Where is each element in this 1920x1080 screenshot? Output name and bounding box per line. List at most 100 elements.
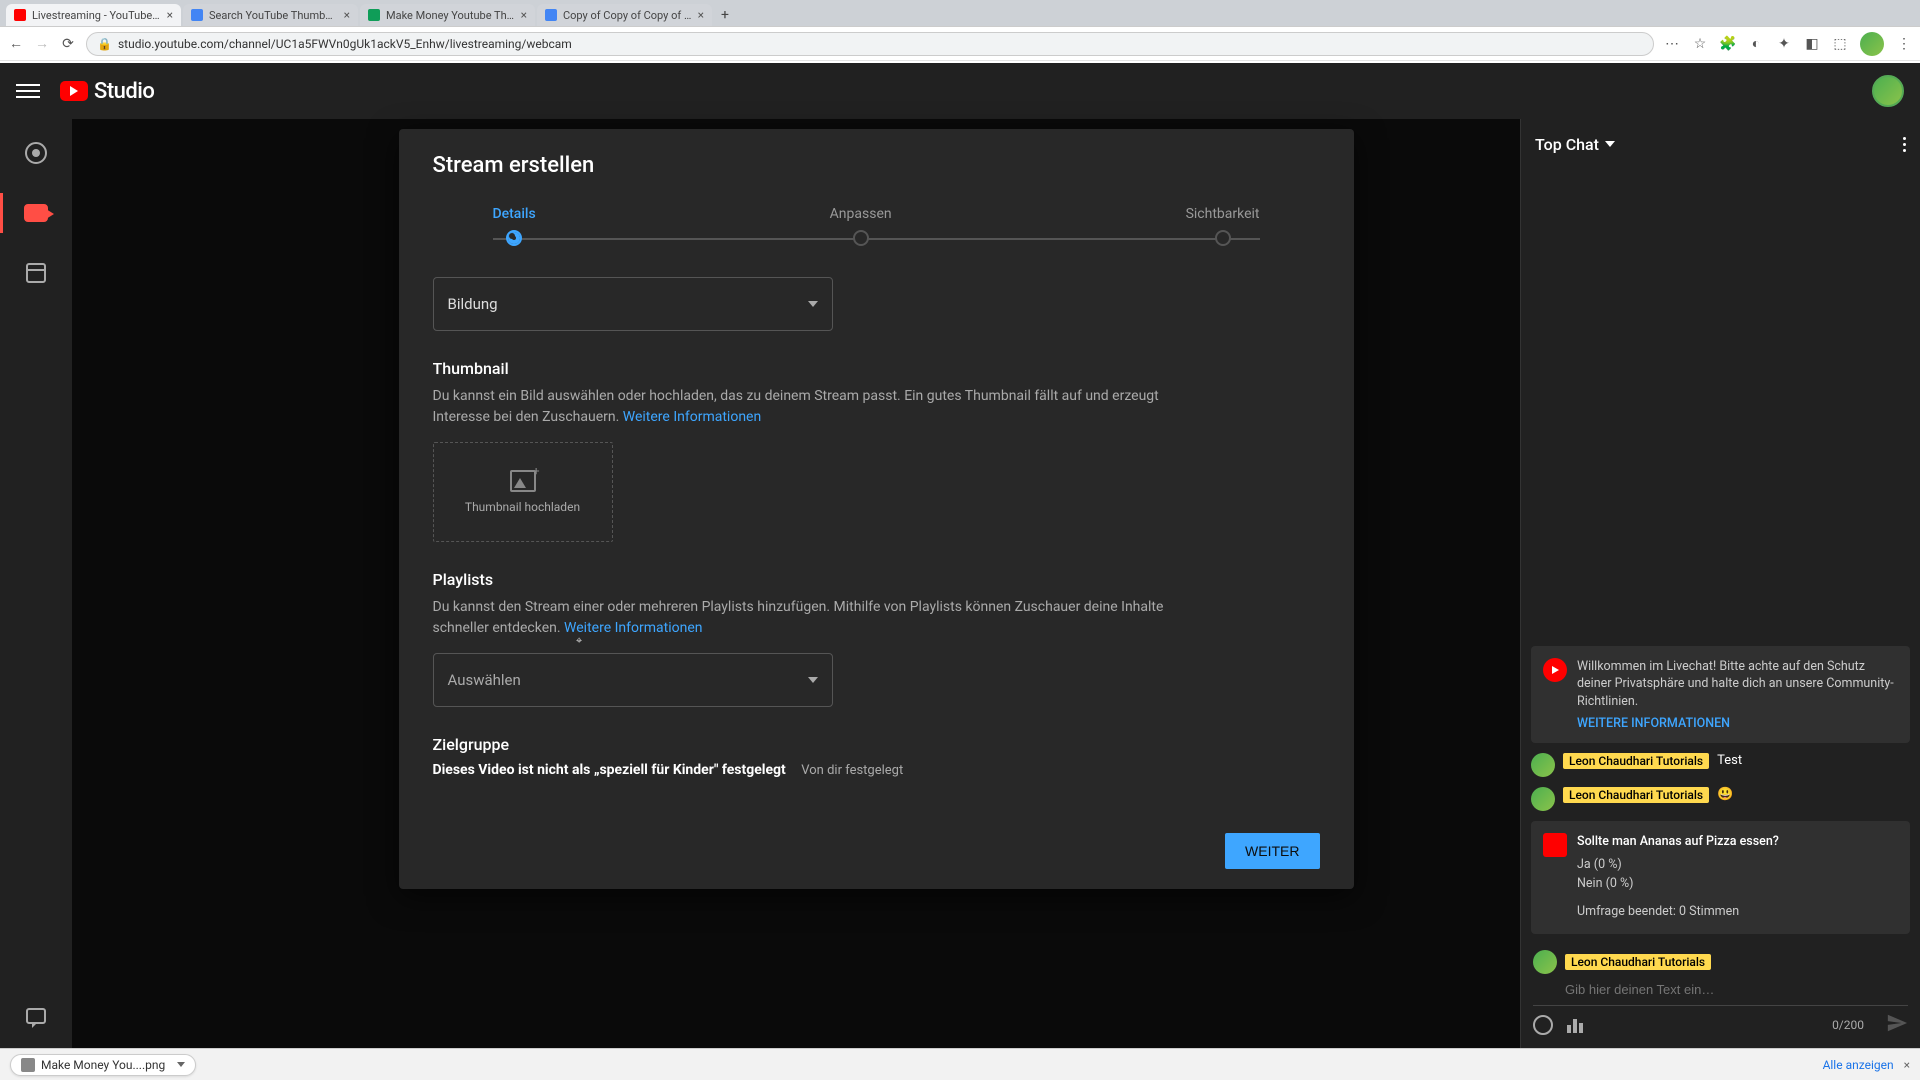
app-header: Studio <box>0 63 1920 119</box>
tab-1[interactable]: Search YouTube Thumbnail - × <box>183 4 358 26</box>
forward-icon[interactable]: → <box>34 36 50 52</box>
download-chip[interactable]: Make Money You....png <box>10 1054 196 1076</box>
sidebar-item-manage[interactable] <box>16 253 56 293</box>
main-area: Stream erstellen Details Anpassen Sichtb… <box>72 119 1520 1048</box>
thumbnail-desc: Du kannst ein Bild auswählen oder hochla… <box>433 386 1213 428</box>
welcome-link[interactable]: WEITERE INFORMATIONEN <box>1577 716 1898 731</box>
author-badge: Leon Chaudhari Tutorials <box>1563 753 1709 769</box>
poll-icon <box>1543 833 1567 857</box>
ext-icon[interactable]: ⋯ <box>1664 36 1680 52</box>
user-avatar[interactable] <box>1872 75 1904 107</box>
author-badge: Leon Chaudhari Tutorials <box>1565 954 1711 970</box>
profile-icon[interactable] <box>1860 32 1884 56</box>
chat-message: Leon Chaudhari Tutorials Test <box>1531 753 1910 777</box>
category-value: Bildung <box>448 295 498 313</box>
reload-icon[interactable]: ⟳ <box>60 36 76 52</box>
download-filename: Make Money You....png <box>41 1058 165 1072</box>
playlist-select[interactable]: Auswählen <box>433 653 833 707</box>
author-badge: Leon Chaudhari Tutorials <box>1563 787 1709 803</box>
welcome-card: Willkommen im Livechat! Bitte achte auf … <box>1531 646 1910 744</box>
tab-2[interactable]: Make Money Youtube Thumbn × <box>360 4 535 26</box>
chat-input-area: Leon Chaudhari Tutorials 0/200 <box>1521 942 1920 1048</box>
close-icon[interactable]: × <box>167 8 173 22</box>
step-visibility[interactable]: Sichtbarkeit <box>1186 206 1260 246</box>
chat-message: Leon Chaudhari Tutorials 😃 <box>1531 787 1910 811</box>
sidebar-item-webcam[interactable] <box>16 193 56 233</box>
chevron-down-icon <box>1605 141 1615 147</box>
close-icon[interactable]: × <box>1904 1058 1910 1072</box>
ext-icon[interactable]: ◧ <box>1804 36 1820 52</box>
download-bar: Make Money You....png Alle anzeigen × <box>0 1048 1920 1080</box>
live-chat-panel: Top Chat Willkommen im Livechat! Bitte a… <box>1520 119 1920 1048</box>
url-input[interactable]: 🔒 studio.youtube.com/channel/UC1a5FWVn0g… <box>86 32 1654 56</box>
chat-icon <box>26 1008 46 1024</box>
category-select[interactable]: Bildung <box>433 277 833 331</box>
audience-heading: Zielgruppe <box>433 735 1304 754</box>
playlists-desc: Du kannst den Stream einer oder mehreren… <box>433 597 1213 639</box>
poll-option: Nein (0 %) <box>1577 875 1779 894</box>
address-bar: ← → ⟳ 🔒 studio.youtube.com/channel/UC1a5… <box>0 26 1920 60</box>
modal-footer: WEITER <box>433 817 1320 869</box>
camera-icon <box>24 204 48 222</box>
tab-title: Copy of Copy of Copy of Cop <box>563 9 692 22</box>
tab-3[interactable]: Copy of Copy of Copy of Cop × <box>537 4 712 26</box>
calendar-icon <box>26 263 46 283</box>
tab-title: Search YouTube Thumbnail - <box>209 9 338 22</box>
step-details[interactable]: Details <box>493 206 536 246</box>
new-tab-button[interactable]: + <box>714 4 736 26</box>
tab-strip: Livestreaming - YouTube S × Search YouTub… <box>0 0 1920 26</box>
create-stream-modal: Stream erstellen Details Anpassen Sichtb… <box>399 129 1354 889</box>
close-icon[interactable]: × <box>521 8 527 22</box>
sidebar <box>0 119 72 1048</box>
menu-icon[interactable] <box>16 79 40 103</box>
puzzle-icon[interactable]: 🧩 <box>1720 36 1736 52</box>
youtube-icon <box>60 81 88 101</box>
thumbnail-more-link[interactable]: Weitere Informationen <box>623 409 761 425</box>
tab-title: Make Money Youtube Thumbn <box>386 9 515 22</box>
url-text: studio.youtube.com/channel/UC1a5FWVn0gUk… <box>118 37 572 51</box>
welcome-text: Willkommen im Livechat! Bitte achte auf … <box>1577 658 1898 711</box>
thumbnail-upload-button[interactable]: Thumbnail hochladen <box>433 442 613 542</box>
avatar <box>1531 787 1555 811</box>
chat-messages[interactable]: Willkommen im Livechat! Bitte achte auf … <box>1521 169 1920 942</box>
back-icon[interactable]: ← <box>8 36 24 52</box>
avatar <box>1533 950 1557 974</box>
playlists-heading: Playlists <box>433 570 1304 589</box>
next-button[interactable]: WEITER <box>1225 833 1319 869</box>
show-all-downloads[interactable]: Alle anzeigen <box>1823 1058 1894 1072</box>
stepper: Details Anpassen Sichtbarkeit <box>493 206 1260 246</box>
image-upload-icon <box>510 470 536 492</box>
chevron-down-icon <box>808 677 818 683</box>
step-customize[interactable]: Anpassen <box>830 206 892 246</box>
sidebar-item-stream[interactable] <box>16 133 56 173</box>
menu-icon[interactable]: ⋮ <box>1896 36 1912 52</box>
sidebar-item-feedback[interactable] <box>16 996 56 1036</box>
emoji-icon[interactable] <box>1533 1015 1553 1035</box>
playlists-more-link[interactable]: Weitere Informationen <box>564 620 702 636</box>
poll-status: Umfrage beendet: 0 Stimmen <box>1577 903 1779 922</box>
logo-text: Studio <box>94 79 154 104</box>
youtube-icon <box>1543 658 1567 682</box>
avatar <box>1531 753 1555 777</box>
modal-scroll[interactable]: Ordne deinen Stream einer Kategorie zu, … <box>433 270 1320 817</box>
ext-icon[interactable]: ⬚ <box>1832 36 1848 52</box>
chat-input[interactable] <box>1533 978 1908 1006</box>
star-icon[interactable]: ☆ <box>1692 36 1708 52</box>
file-icon <box>21 1058 35 1072</box>
ext-icon[interactable]: ✦ <box>1776 36 1792 52</box>
tab-0-active[interactable]: Livestreaming - YouTube S × <box>6 4 181 26</box>
send-icon[interactable] <box>1886 1012 1908 1038</box>
tab-title: Livestreaming - YouTube S <box>32 9 161 22</box>
studio-logo[interactable]: Studio <box>60 79 154 104</box>
ext-icon[interactable]: ◐ <box>1748 36 1764 52</box>
poll-button-icon[interactable] <box>1567 1017 1585 1033</box>
youtube-studio-app: Studio Stream erstellen Details Anpassen… <box>0 63 1920 1048</box>
poll-option: Ja (0 %) <box>1577 856 1779 875</box>
modal-title: Stream erstellen <box>433 153 1320 178</box>
more-icon[interactable] <box>1903 137 1906 152</box>
close-icon[interactable]: × <box>344 8 350 22</box>
close-icon[interactable]: × <box>698 8 704 22</box>
chat-header[interactable]: Top Chat <box>1521 119 1920 169</box>
chevron-down-icon <box>808 301 818 307</box>
char-count: 0/200 <box>1832 1018 1864 1032</box>
